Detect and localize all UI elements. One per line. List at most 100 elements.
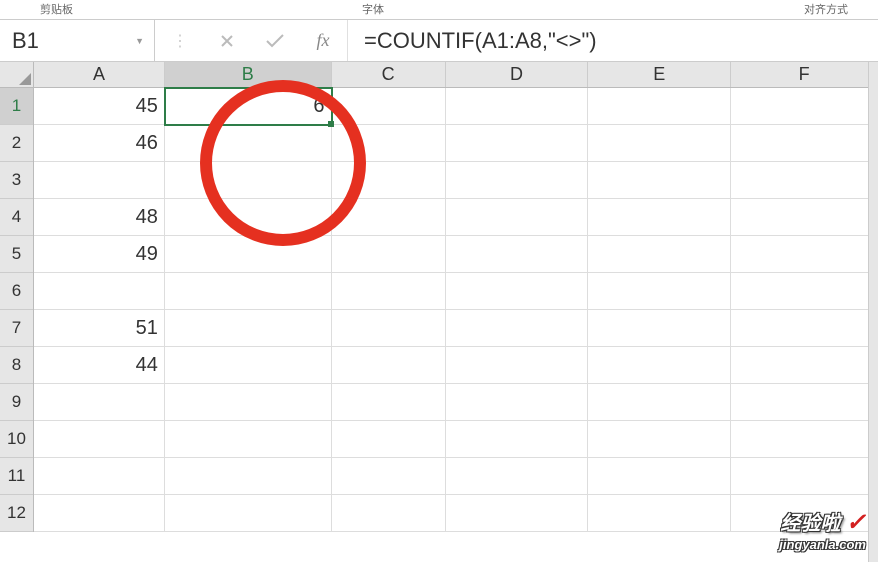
table-row: 46 (34, 125, 878, 162)
cell-d9[interactable] (446, 384, 589, 421)
cell-f1[interactable] (731, 88, 878, 125)
column-header-d[interactable]: D (446, 62, 589, 87)
cell-a9[interactable] (34, 384, 165, 421)
cell-e10[interactable] (588, 421, 731, 458)
cell-a7[interactable]: 51 (34, 310, 165, 347)
chevron-down-icon[interactable]: ▼ (135, 36, 144, 46)
column-header-f[interactable]: F (731, 62, 878, 87)
cell-e12[interactable] (588, 495, 731, 532)
column-header-b[interactable]: B (165, 62, 332, 87)
column-header-c[interactable]: C (332, 62, 446, 87)
cell-c9[interactable] (332, 384, 446, 421)
cell-e4[interactable] (588, 199, 731, 236)
cell-e1[interactable] (588, 88, 731, 125)
cell-b4[interactable] (165, 199, 332, 236)
row-header-1[interactable]: 1 (0, 88, 33, 125)
cell-c10[interactable] (332, 421, 446, 458)
cell-c6[interactable] (332, 273, 446, 310)
cell-b2[interactable] (165, 125, 332, 162)
name-box[interactable]: B1 ▼ (0, 20, 155, 61)
cell-b6[interactable] (165, 273, 332, 310)
cell-a2[interactable]: 46 (34, 125, 165, 162)
cell-c8[interactable] (332, 347, 446, 384)
cell-f8[interactable] (731, 347, 878, 384)
cell-a10[interactable] (34, 421, 165, 458)
row-header-6[interactable]: 6 (0, 273, 33, 310)
more-icon[interactable]: ⋮ (155, 31, 203, 51)
cell-d8[interactable] (446, 347, 589, 384)
cell-b9[interactable] (165, 384, 332, 421)
cancel-icon[interactable] (203, 33, 251, 49)
row-header-8[interactable]: 8 (0, 347, 33, 384)
cell-c1[interactable] (332, 88, 446, 125)
cell-a4[interactable]: 48 (34, 199, 165, 236)
cell-c5[interactable] (332, 236, 446, 273)
column-header-e[interactable]: E (588, 62, 731, 87)
cell-f10[interactable] (731, 421, 878, 458)
formula-input[interactable]: =COUNTIF(A1:A8,"<>") (348, 20, 878, 61)
row-header-4[interactable]: 4 (0, 199, 33, 236)
cell-a3[interactable] (34, 162, 165, 199)
cell-a6[interactable] (34, 273, 165, 310)
cell-f4[interactable] (731, 199, 878, 236)
cell-a5[interactable]: 49 (34, 236, 165, 273)
cell-e8[interactable] (588, 347, 731, 384)
cell-d11[interactable] (446, 458, 589, 495)
row-header-3[interactable]: 3 (0, 162, 33, 199)
fx-icon[interactable]: fx (299, 30, 347, 51)
cell-a1[interactable]: 45 (34, 88, 165, 125)
cell-e2[interactable] (588, 125, 731, 162)
row-header-7[interactable]: 7 (0, 310, 33, 347)
fill-handle[interactable] (328, 121, 334, 127)
cell-d2[interactable] (446, 125, 589, 162)
cell-d3[interactable] (446, 162, 589, 199)
cell-a8[interactable]: 44 (34, 347, 165, 384)
row-header-5[interactable]: 5 (0, 236, 33, 273)
cell-d4[interactable] (446, 199, 589, 236)
cell-f3[interactable] (731, 162, 878, 199)
cell-e6[interactable] (588, 273, 731, 310)
cell-a12[interactable] (34, 495, 165, 532)
cell-c7[interactable] (332, 310, 446, 347)
cell-f6[interactable] (731, 273, 878, 310)
column-header-a[interactable]: A (34, 62, 165, 87)
cell-c11[interactable] (332, 458, 446, 495)
cell-b8[interactable] (165, 347, 332, 384)
cell-b5[interactable] (165, 236, 332, 273)
cell-b1[interactable]: 6 (165, 88, 332, 125)
cell-b7[interactable] (165, 310, 332, 347)
cell-d10[interactable] (446, 421, 589, 458)
table-row: 456 (34, 88, 878, 125)
cell-b12[interactable] (165, 495, 332, 532)
cell-e5[interactable] (588, 236, 731, 273)
cell-b10[interactable] (165, 421, 332, 458)
cell-d5[interactable] (446, 236, 589, 273)
cell-d6[interactable] (446, 273, 589, 310)
cell-f2[interactable] (731, 125, 878, 162)
cell-f9[interactable] (731, 384, 878, 421)
row-header-2[interactable]: 2 (0, 125, 33, 162)
cell-b3[interactable] (165, 162, 332, 199)
cell-e7[interactable] (588, 310, 731, 347)
row-header-11[interactable]: 11 (0, 458, 33, 495)
cell-c3[interactable] (332, 162, 446, 199)
cell-a11[interactable] (34, 458, 165, 495)
cell-b11[interactable] (165, 458, 332, 495)
cell-d1[interactable] (446, 88, 589, 125)
row-header-9[interactable]: 9 (0, 384, 33, 421)
cell-e9[interactable] (588, 384, 731, 421)
cell-c2[interactable] (332, 125, 446, 162)
cell-f5[interactable] (731, 236, 878, 273)
cell-d12[interactable] (446, 495, 589, 532)
cell-d7[interactable] (446, 310, 589, 347)
cell-f7[interactable] (731, 310, 878, 347)
accept-icon[interactable] (251, 33, 299, 49)
cell-c12[interactable] (332, 495, 446, 532)
select-all-corner[interactable] (0, 62, 34, 88)
cell-e11[interactable] (588, 458, 731, 495)
row-header-12[interactable]: 12 (0, 495, 33, 532)
cell-f11[interactable] (731, 458, 878, 495)
row-header-10[interactable]: 10 (0, 421, 33, 458)
cell-e3[interactable] (588, 162, 731, 199)
cell-c4[interactable] (332, 199, 446, 236)
